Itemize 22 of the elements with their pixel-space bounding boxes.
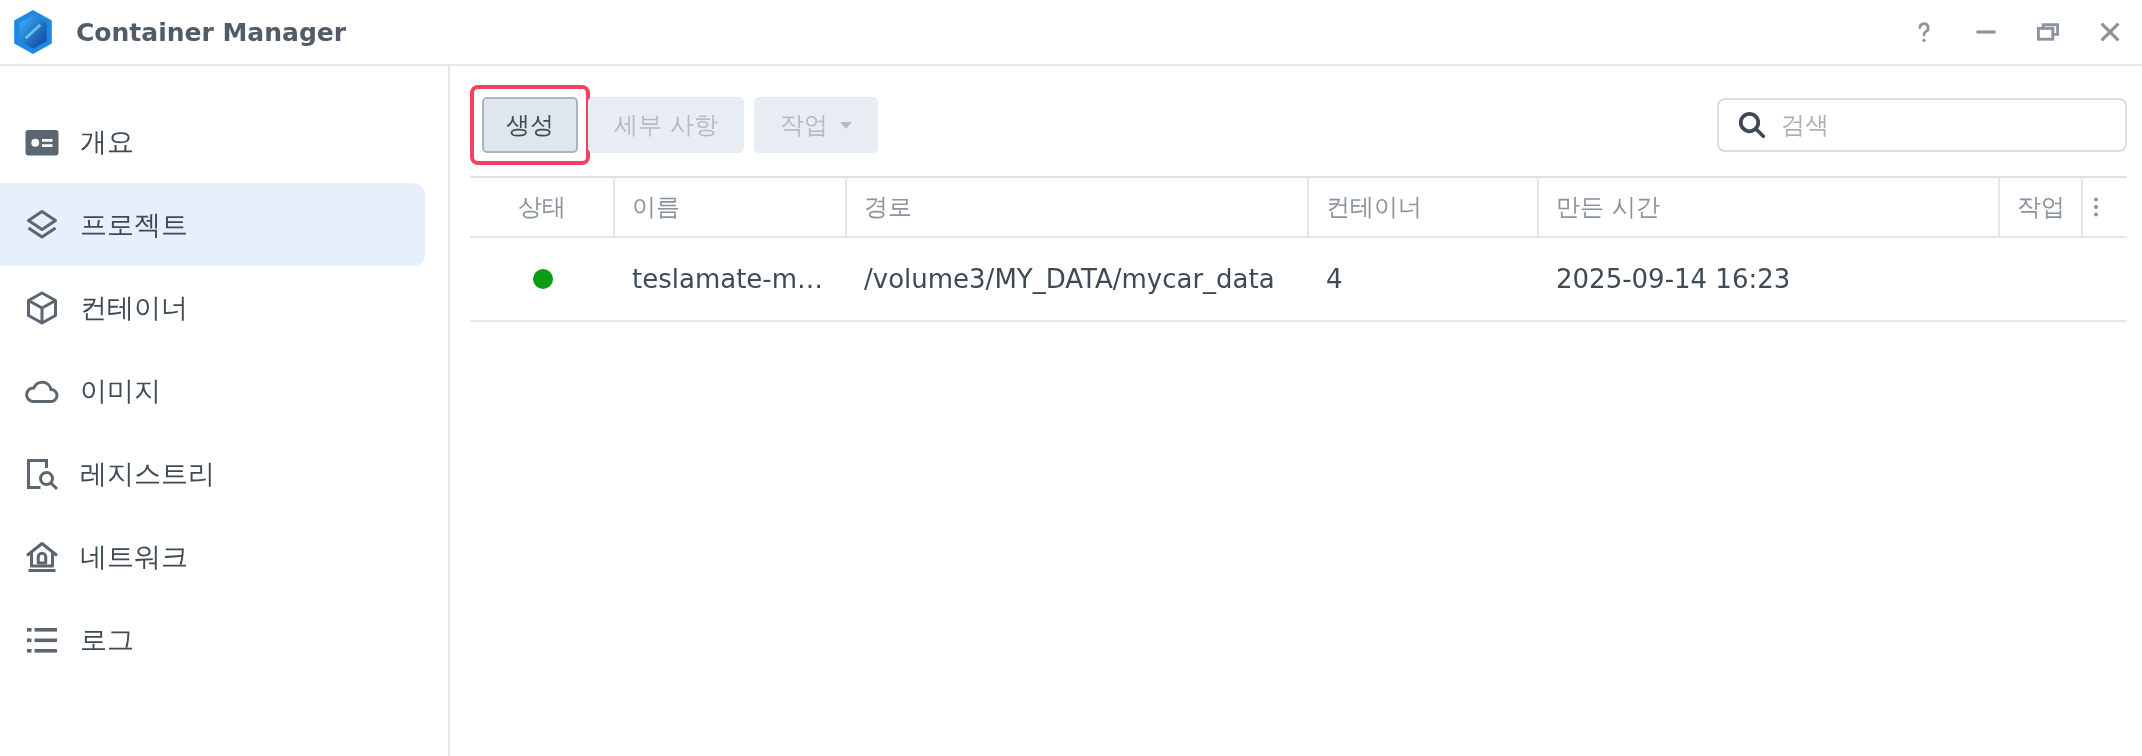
sidebar-item[interactable]: 로그 — [0, 598, 425, 681]
sidebar-item[interactable]: 컨테이너 — [0, 266, 425, 349]
search-input[interactable]: 검색 — [1781, 105, 2125, 145]
table-cell: 4 — [1326, 264, 1343, 294]
window-title: Container Manager — [76, 17, 347, 47]
more-options-icon[interactable] — [2093, 197, 2099, 217]
app-logo-icon — [12, 9, 54, 55]
sidebar-item[interactable]: 네트워크 — [0, 515, 425, 598]
sidebar-item[interactable]: 이미지 — [0, 349, 425, 432]
sidebar-item[interactable]: 개요 — [0, 100, 425, 183]
cube-icon — [24, 289, 60, 326]
toolbar-button[interactable]: 생성 — [482, 97, 578, 153]
restore-icon[interactable] — [2036, 20, 2060, 44]
sidebar-item[interactable]: 레지스트리 — [0, 432, 425, 515]
sidebar-item[interactable]: 프로젝트 — [0, 183, 425, 266]
close-icon[interactable] — [2098, 20, 2122, 44]
table-cell: teslamate-m… — [632, 264, 824, 294]
search-icon — [1737, 110, 1767, 140]
search-field[interactable]: 검색 — [1717, 98, 2127, 152]
table-cell: /volume3/MY_DATA/mycar_data — [864, 264, 1275, 294]
table-cell: 2025-09-14 16:23 — [1556, 264, 1791, 294]
caret-icon — [839, 121, 852, 129]
